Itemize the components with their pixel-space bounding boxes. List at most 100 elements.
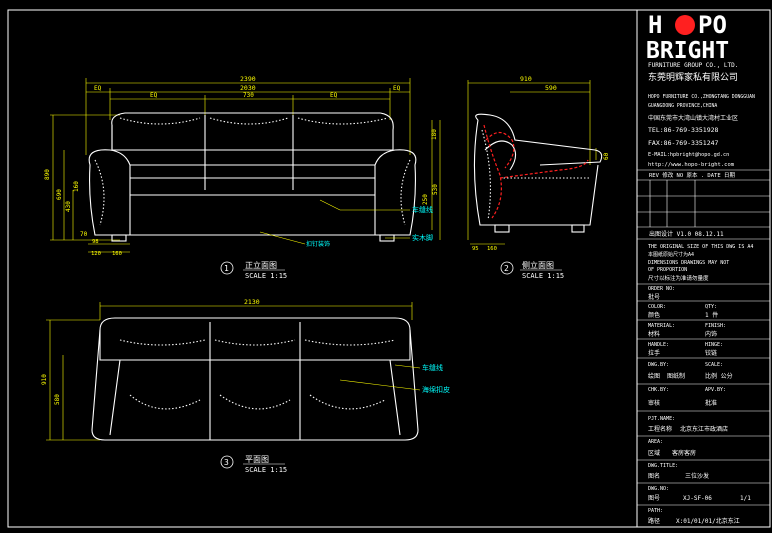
company-name-cn: 东莞明辉家私有限公司	[648, 71, 738, 83]
plan-view: 2130 910 580 车缝线 海绵扣皮 3 平面图 SCALE 1:15	[41, 298, 450, 474]
logo-h: H	[648, 11, 662, 39]
field-label2: QTY:	[705, 304, 717, 310]
field-value: 北京东江市政酒店	[680, 425, 728, 433]
front-annotations: 车缝线 实木脚 扣钉装饰	[259, 199, 433, 248]
dim-690: 690	[56, 189, 63, 200]
note-5: 尺寸以标注为准请勿量度	[648, 274, 709, 282]
field-label-cn: 批号	[648, 293, 660, 301]
field-label2: HINGE:	[705, 342, 723, 348]
field-row: ORDER NO: 批号	[648, 286, 675, 301]
field-label-cn: 绘图	[648, 372, 660, 380]
view-scale: SCALE 1:15	[245, 466, 287, 474]
field-label-cn: 工程名称	[648, 425, 672, 433]
field-row: HANDLE: 拉手 HINGE: 铰链	[648, 342, 723, 357]
dim-160: 160	[73, 181, 80, 192]
front-dims-bottom: 98 120 160	[88, 239, 130, 257]
view-number: 1	[224, 264, 229, 273]
website: http://www.hopo-bright.com	[648, 162, 735, 168]
company-contact: HOPO FURNITURE CO.,ZHONGTANG DONGGUAN GU…	[648, 94, 755, 168]
notes-block: THE ORIGINAL SIZE OF THIS DWG IS A4 本图纸原…	[648, 244, 753, 282]
logo-group: FURNITURE GROUP CO., LTD.	[648, 62, 738, 69]
field-value: 图纸制	[667, 372, 685, 380]
dim-95: 95	[472, 246, 479, 252]
dim-590: 590	[545, 84, 557, 92]
note-3: DIMENSIONS DRAWINGS MAY NOT	[648, 260, 729, 266]
address-en-1: HOPO FURNITURE CO.,ZHONGTANG DONGGUAN	[648, 94, 755, 100]
view-scale: SCALE 1:15	[245, 272, 287, 280]
label-foam-leather: 海绵扣皮	[422, 385, 450, 394]
fax: FAX:86-769-3351247	[648, 139, 719, 147]
field-label2: APV.BY:	[705, 387, 726, 393]
field-row: COLOR: 颜色 QTY: 1 件	[648, 304, 718, 319]
email: E-MAIL:hpbright@hopo.gd.cn	[648, 152, 729, 158]
dim-160b: 160	[112, 251, 122, 257]
field-row: DWG.TITLE: 图名 三位沙发	[648, 463, 709, 480]
dim-910-plan: 910	[41, 374, 48, 385]
side-view: 910 590 60 95 160 2 侧立面图 SCALE 1:15	[467, 75, 610, 280]
field-label-cn: 拉手	[648, 349, 660, 357]
dim-eq-2: EQ	[330, 92, 338, 99]
revision-block: REV 修改 NO 原本 . DATE 日期 出图设计 V1.0 08.12.1…	[637, 169, 770, 240]
field-value2: 1 件	[705, 311, 718, 319]
field-label-en: COLOR:	[648, 304, 666, 310]
field-label2: FINISH:	[705, 323, 726, 329]
dim-eq-right: EQ	[393, 85, 401, 92]
dim-60: 60	[603, 152, 610, 160]
plan-view-title: 3 平面图 SCALE 1:15	[220, 455, 287, 474]
front-view-title: 1 正立面图 SCALE 1:15	[220, 260, 287, 280]
dim-98: 98	[92, 239, 99, 245]
address-en-2: GUANGDONG PROVINCE,CHINA	[648, 103, 717, 109]
dim-eq-1: EQ	[150, 92, 158, 99]
dim-2130: 2130	[244, 298, 260, 306]
field-value: XJ-SF-06	[683, 495, 712, 502]
field-value2: 批准	[705, 399, 717, 407]
view-title: 正立面图	[245, 260, 277, 270]
field-row: DWG.BY: 绘图 图纸制 SCALE: 比例 公分	[648, 362, 733, 380]
field-row: DWG.NO: 图号 XJ-SF-06 1/1	[648, 486, 751, 502]
logo-bright: BRIGHT	[646, 38, 729, 64]
field-label-cn: 审核	[648, 399, 660, 407]
view-number: 3	[224, 458, 229, 467]
tel: TEL:86-769-3351928	[648, 126, 719, 134]
field-label-en: ORDER NO:	[648, 286, 675, 292]
plan-annotations: 车缝线 海绵扣皮	[339, 363, 450, 394]
field-label-cn: 图号	[648, 495, 660, 502]
label-stitch-line: 车缝线	[412, 205, 433, 214]
side-foot-left	[494, 224, 510, 233]
dim-160-side: 160	[487, 246, 497, 252]
view-title: 平面图	[245, 455, 269, 464]
field-row: AREA: 区域 客房客房	[648, 439, 696, 457]
dim-430: 430	[65, 201, 72, 212]
field-row: MATERIAL: 材料 FINISH: 内饰	[648, 323, 726, 338]
side-view-title: 2 侧立面图 SCALE 1:15	[500, 260, 564, 280]
field-label-en: PJT.NAME:	[648, 416, 675, 422]
view-scale: SCALE 1:15	[522, 272, 564, 280]
field-row: PJT.NAME: 工程名称 北京东江市政酒店	[648, 416, 728, 433]
dim-2390: 2390	[240, 75, 256, 83]
drawn-row: 出图设计 V1.0 08.12.11	[649, 230, 724, 238]
field-value2: 内饰	[705, 330, 717, 338]
logo-o: O	[677, 14, 689, 38]
logo-po: PO	[698, 11, 727, 39]
field-label-en: AREA:	[648, 439, 663, 445]
label-wood-leg: 实木脚	[412, 233, 433, 242]
side-foot-right	[571, 224, 585, 233]
dim-eq-left: EQ	[94, 85, 102, 92]
field-label-en: CHK.BY:	[648, 387, 669, 393]
view-number: 2	[504, 264, 509, 273]
field-value: 三位沙发	[685, 472, 709, 480]
address-cn: 中国东莞市大湾山镇大湾村工业区	[648, 114, 738, 122]
label-stitch-line-plan: 车缝线	[422, 363, 443, 372]
field-label-en: DWG.BY:	[648, 362, 669, 368]
front-view: 2390 2030 EQ EQ EQ 730 EQ 890 690 430 16…	[44, 75, 441, 280]
field-label-en: MATERIAL:	[648, 323, 675, 329]
dim-530: 530	[432, 184, 439, 195]
field-value: 客房客房	[672, 449, 696, 457]
dim-890: 890	[44, 169, 51, 180]
field-label2: SCALE:	[705, 362, 723, 368]
note-2: 本图纸原始尺寸为A4	[648, 251, 694, 258]
field-value2: 1/1	[740, 495, 751, 502]
front-dims-left: 890 690 430 160 70	[44, 114, 120, 241]
plan-sofa-outline	[91, 317, 419, 441]
revision-header: REV 修改 NO 原本 . DATE 日期	[649, 171, 735, 179]
